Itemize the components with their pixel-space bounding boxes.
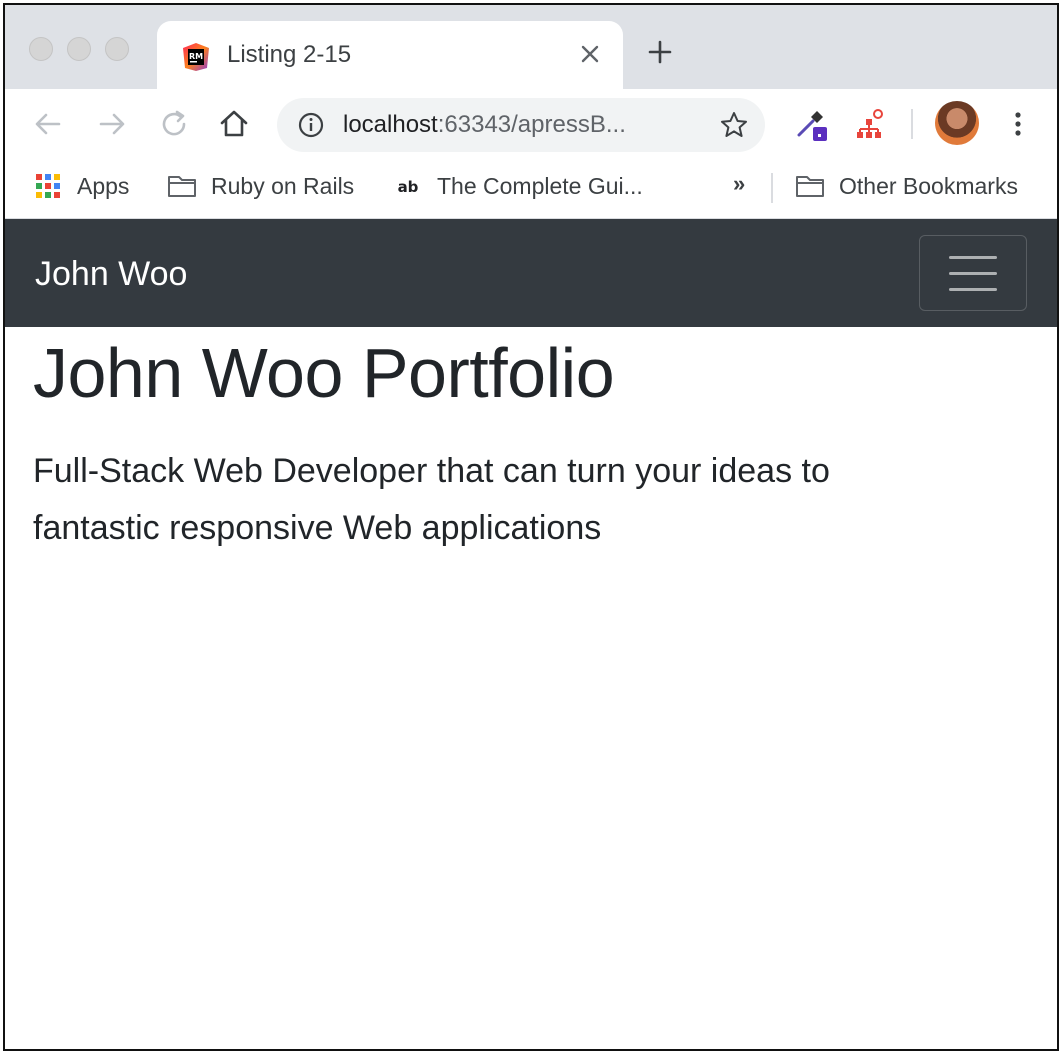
bookmark-label: Other Bookmarks bbox=[839, 172, 1018, 199]
folder-icon bbox=[796, 176, 824, 197]
page-viewport: John Woo John Woo Portfolio Full-Stack W… bbox=[5, 219, 1057, 1049]
eyedropper-extension-icon[interactable] bbox=[793, 105, 831, 143]
bookmark-ruby-on-rails[interactable]: Ruby on Rails bbox=[167, 171, 354, 201]
url-host: localhost bbox=[343, 111, 438, 138]
home-icon[interactable] bbox=[217, 107, 251, 141]
navbar-brand[interactable]: John Woo bbox=[35, 255, 187, 294]
tab-listing[interactable]: RM Listing 2-15 bbox=[157, 21, 623, 89]
favicon-text: RM bbox=[189, 52, 203, 61]
window-maximize-button[interactable] bbox=[105, 37, 129, 61]
page-title: John Woo Portfolio bbox=[33, 334, 615, 412]
address-bar[interactable]: localhost:63343/apressB... bbox=[277, 98, 765, 152]
hamburger-icon-bar bbox=[949, 288, 997, 291]
window-minimize-button[interactable] bbox=[67, 37, 91, 61]
site-navbar: John Woo bbox=[5, 219, 1057, 327]
ab-icon: ab bbox=[398, 178, 419, 196]
folder-icon bbox=[168, 176, 196, 197]
forward-arrow-icon[interactable] bbox=[95, 107, 129, 141]
bookmarks-separator bbox=[771, 173, 773, 203]
window-close-button[interactable] bbox=[29, 37, 53, 61]
back-arrow-icon[interactable] bbox=[31, 107, 65, 141]
svg-text:ab: ab bbox=[398, 178, 419, 196]
bookmark-other-bookmarks[interactable]: Other Bookmarks bbox=[795, 171, 1018, 201]
profile-avatar[interactable] bbox=[935, 101, 979, 145]
toolbar-separator bbox=[911, 109, 913, 139]
browser-window: RM Listing 2-15 localhost:63343/apressB.… bbox=[3, 3, 1059, 1051]
rubymine-favicon-icon: RM bbox=[183, 43, 209, 71]
bookmark-apps[interactable]: Apps bbox=[33, 171, 129, 201]
bookmark-label: The Complete Gui... bbox=[437, 172, 643, 199]
url-text: localhost:63343/apressB... bbox=[343, 111, 626, 139]
hamburger-icon bbox=[949, 256, 997, 259]
tab-title: Listing 2-15 bbox=[227, 41, 352, 68]
navbar-toggler-button[interactable] bbox=[919, 235, 1027, 311]
bookmark-label: Ruby on Rails bbox=[211, 172, 355, 199]
browser-toolbar: localhost:63343/apressB... bbox=[5, 89, 1057, 159]
bookmark-complete-guide[interactable]: ab The Complete Gui... bbox=[393, 171, 643, 201]
more-bookmarks-button[interactable]: » bbox=[733, 171, 745, 197]
apps-grid-icon bbox=[36, 174, 60, 198]
site-info-icon[interactable] bbox=[297, 111, 325, 139]
reload-icon[interactable] bbox=[157, 107, 191, 141]
bookmarks-bar: Apps Ruby on Rails ab The Complete Gui..… bbox=[5, 159, 1057, 219]
new-tab-icon[interactable] bbox=[645, 37, 675, 67]
menu-kebab-icon[interactable] bbox=[1003, 107, 1033, 141]
lead-text: Full-Stack Web Developer that can turn y… bbox=[33, 452, 830, 547]
tab-strip: RM Listing 2-15 bbox=[5, 5, 1057, 89]
hamburger-icon-bar bbox=[949, 272, 997, 275]
bookmark-label: Apps bbox=[77, 172, 130, 199]
bookmark-star-icon[interactable] bbox=[719, 110, 749, 140]
url-path: :63343/apressB... bbox=[437, 111, 626, 138]
sitemap-extension-icon[interactable] bbox=[851, 105, 889, 143]
close-tab-icon[interactable] bbox=[575, 39, 605, 69]
